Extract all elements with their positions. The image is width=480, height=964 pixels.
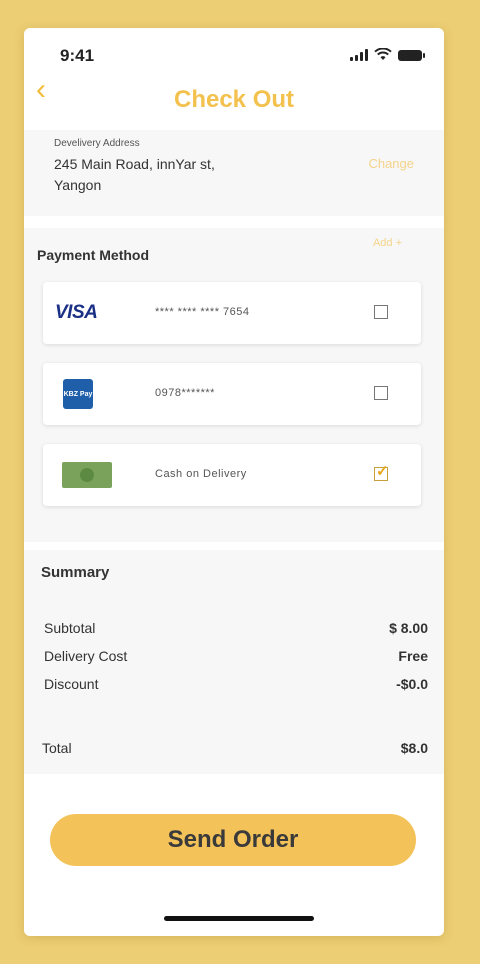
delivery-cost-value: Free	[398, 648, 428, 664]
address-line-2: Yangon	[54, 177, 102, 193]
cash-icon	[55, 454, 115, 496]
cash-on-delivery-label: Cash on Delivery	[155, 468, 247, 480]
address-label: Develivery Address	[54, 138, 140, 149]
battery-icon	[398, 50, 425, 61]
visa-checkbox[interactable]	[374, 305, 388, 319]
total-label: Total	[42, 740, 72, 756]
summary-row-delivery: Delivery Cost Free	[44, 648, 428, 670]
address-line-1: 245 Main Road, innYar st,	[54, 156, 215, 172]
send-order-button[interactable]: Send Order	[50, 814, 416, 866]
summary-row-subtotal: Subtotal $ 8.00	[44, 620, 428, 642]
checkmark-icon: ✓	[376, 463, 389, 480]
payment-option-visa[interactable]: VISA **** **** **** 7654	[43, 282, 421, 344]
payment-method-section: Payment Method Add + VISA **** **** ****…	[24, 228, 444, 542]
cash-checkbox[interactable]: ✓	[374, 463, 389, 481]
page-title: Check Out	[173, 86, 295, 113]
discount-value: -$0.0	[396, 676, 428, 692]
discount-label: Discount	[44, 676, 99, 692]
payment-option-kbzpay[interactable]: KBZ Pay 0978*******	[43, 363, 421, 425]
delivery-cost-label: Delivery Cost	[44, 648, 128, 664]
subtotal-value: $ 8.00	[389, 620, 428, 636]
wifi-icon	[374, 48, 392, 60]
payment-option-cash[interactable]: Cash on Delivery ✓	[43, 444, 421, 506]
home-indicator	[164, 916, 314, 921]
delivery-address-section: Develivery Address 245 Main Road, innYar…	[24, 130, 444, 216]
kbzpay-logo: KBZ Pay	[55, 373, 115, 415]
summary-row-total: Total $8.0	[42, 740, 428, 762]
status-icons	[350, 48, 425, 61]
address-text: 245 Main Road, innYar st, Yangon	[54, 154, 284, 196]
summary-title: Summary	[41, 564, 110, 581]
summary-row-discount: Discount -$0.0	[44, 676, 428, 698]
add-payment-link[interactable]: Add +	[373, 237, 402, 249]
status-time: 9:41	[60, 46, 95, 65]
summary-section: Summary Subtotal $ 8.00 Delivery Cost Fr…	[24, 550, 444, 774]
payment-method-title: Payment Method	[37, 247, 150, 263]
subtotal-label: Subtotal	[44, 620, 96, 636]
kbzpay-checkbox[interactable]	[374, 386, 388, 400]
nav-bar: ‹ Check Out	[24, 72, 444, 128]
visa-logo: VISA	[55, 302, 98, 323]
phone-screen: 9:41 ‹ Check Out Develivery Address 245 …	[24, 28, 444, 936]
phone-number: 0978*******	[155, 387, 215, 399]
signal-icon	[350, 49, 368, 61]
card-number: **** **** **** 7654	[155, 306, 250, 318]
total-value: $8.0	[400, 740, 428, 756]
change-address-link[interactable]: Change	[368, 156, 414, 171]
